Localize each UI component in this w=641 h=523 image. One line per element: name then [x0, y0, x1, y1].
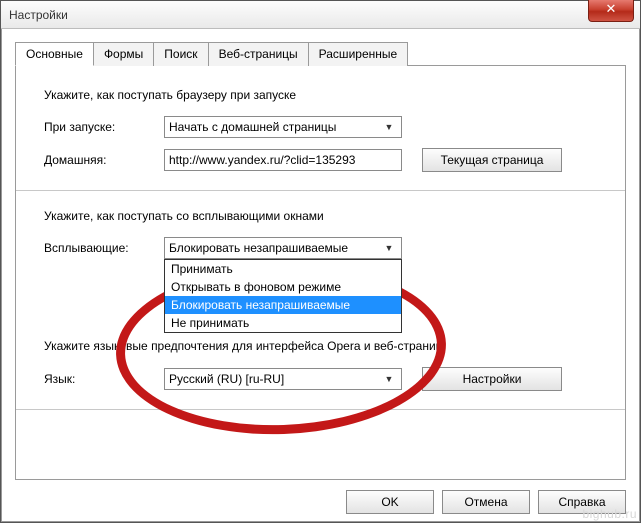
- home-row: Домашняя: Текущая страница: [44, 148, 597, 172]
- on-start-value: Начать с домашней страницы: [169, 120, 336, 134]
- divider: [16, 190, 625, 191]
- language-select[interactable]: Русский (RU) [ru-RU] ▼: [164, 368, 402, 390]
- on-start-label: При запуске:: [44, 120, 164, 134]
- popups-option[interactable]: Открывать в фоновом режиме: [165, 278, 401, 296]
- popups-option[interactable]: Блокировать незапрашиваемые: [165, 296, 401, 314]
- home-label: Домашняя:: [44, 153, 164, 167]
- popups-row: Всплывающие: Блокировать незапрашиваемые…: [44, 237, 597, 259]
- home-url-input[interactable]: [164, 149, 402, 171]
- tab-advanced[interactable]: Расширенные: [308, 42, 409, 66]
- popups-section-text: Укажите, как поступать со всплывающими о…: [44, 209, 597, 223]
- chevron-down-icon: ▼: [381, 374, 397, 384]
- titlebar: Настройки ✕: [1, 1, 640, 29]
- divider: [16, 409, 625, 410]
- on-start-select[interactable]: Начать с домашней страницы ▼: [164, 116, 402, 138]
- help-button[interactable]: Справка: [538, 490, 626, 514]
- chevron-down-icon: ▼: [381, 243, 397, 253]
- language-section-text: Укажите языковые предпочтения для интерф…: [44, 339, 597, 353]
- chevron-down-icon: ▼: [381, 122, 397, 132]
- close-button[interactable]: ✕: [588, 0, 634, 22]
- tab-forms[interactable]: Формы: [93, 42, 154, 66]
- language-value: Русский (RU) [ru-RU]: [169, 372, 284, 386]
- tab-row: Основные Формы Поиск Веб-страницы Расшир…: [15, 41, 626, 65]
- language-label: Язык:: [44, 372, 164, 386]
- tab-webpages[interactable]: Веб-страницы: [208, 42, 309, 66]
- window-title: Настройки: [9, 8, 68, 22]
- tab-main[interactable]: Основные: [15, 42, 94, 66]
- tab-search[interactable]: Поиск: [153, 42, 208, 66]
- window-content: Основные Формы Поиск Веб-страницы Расшир…: [1, 29, 640, 522]
- popups-option[interactable]: Принимать: [165, 260, 401, 278]
- popups-option[interactable]: Не принимать: [165, 314, 401, 332]
- language-settings-button[interactable]: Настройки: [422, 367, 562, 391]
- ok-button[interactable]: OK: [346, 490, 434, 514]
- close-icon: ✕: [606, 1, 617, 16]
- popups-dropdown-list: Принимать Открывать в фоновом режиме Бло…: [164, 259, 402, 333]
- popups-select[interactable]: Блокировать незапрашиваемые ▼: [164, 237, 402, 259]
- tab-panel: Укажите, как поступать браузеру при запу…: [15, 65, 626, 480]
- language-row: Язык: Русский (RU) [ru-RU] ▼ Настройки: [44, 367, 597, 391]
- current-page-button[interactable]: Текущая страница: [422, 148, 562, 172]
- cancel-button[interactable]: Отмена: [442, 490, 530, 514]
- settings-window: Настройки ✕ Основные Формы Поиск Веб-стр…: [0, 0, 641, 523]
- popups-selected-value: Блокировать незапрашиваемые: [169, 241, 348, 255]
- startup-row: При запуске: Начать с домашней страницы …: [44, 116, 597, 138]
- dialog-footer: OK Отмена Справка: [15, 480, 626, 514]
- popups-label: Всплывающие:: [44, 241, 164, 255]
- startup-section-text: Укажите, как поступать браузеру при запу…: [44, 88, 597, 102]
